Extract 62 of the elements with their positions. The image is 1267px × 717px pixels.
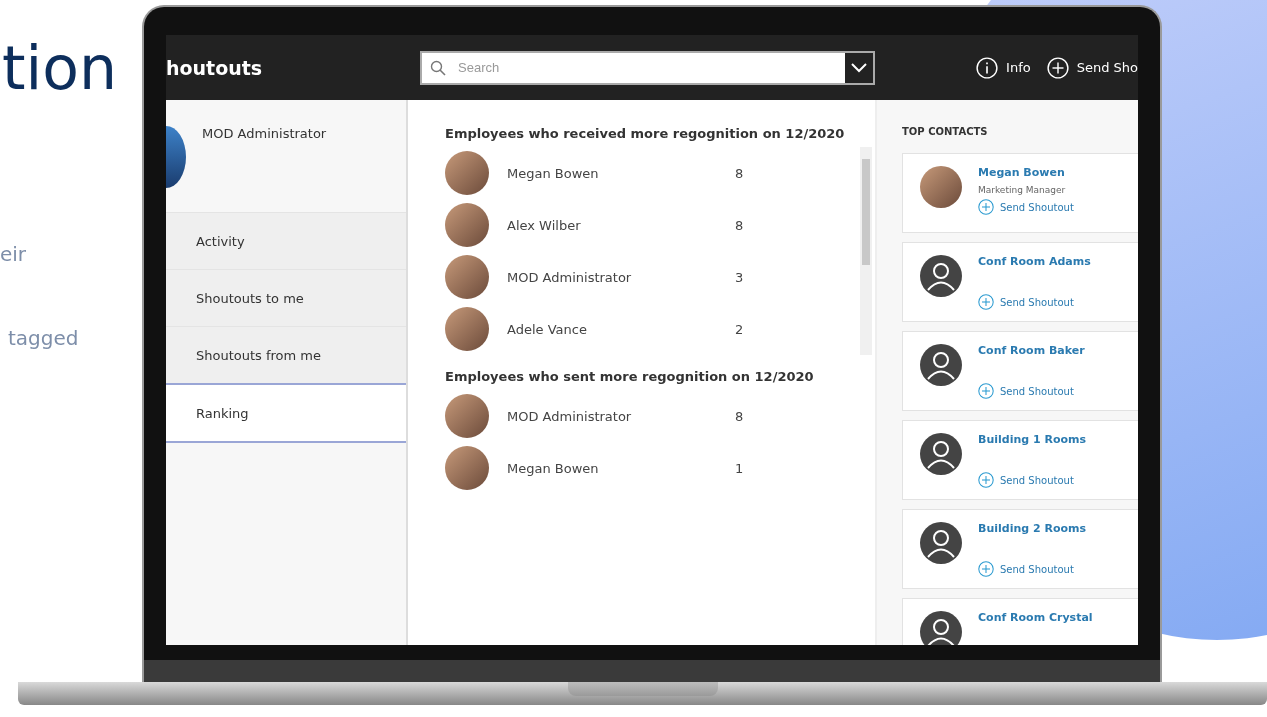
scrollbar[interactable]	[860, 147, 872, 355]
user-name: MOD Administrator	[202, 126, 327, 141]
recognition-count: 8	[735, 217, 744, 233]
person-silhouette-icon	[920, 433, 962, 475]
employee-name: MOD Administrator	[507, 269, 633, 285]
send-shoutout-button[interactable]: Send Shoutout	[978, 472, 1086, 488]
contact-name-link[interactable]: Conf Room Baker	[978, 344, 1085, 357]
recognition-count: 8	[735, 165, 744, 181]
photo-placeholder	[445, 446, 489, 490]
plus-circle-icon	[978, 199, 994, 215]
recognition-count: 3	[735, 269, 744, 285]
contact-role: Marketing Manager	[978, 185, 1067, 195]
send-shoutout-button[interactable]: Send Shoutout	[978, 383, 1085, 399]
body-text-fragment: eir	[0, 242, 27, 266]
body-text-fragment: tagged	[8, 326, 79, 350]
chevron-down-icon	[851, 62, 867, 73]
section-title: TOP CONTACTS	[902, 126, 989, 137]
search-input[interactable]: Search	[456, 59, 845, 76]
info-icon	[976, 56, 999, 79]
nav-item[interactable]: Ranking	[166, 383, 406, 443]
contact-name-link[interactable]: Megan Bowen	[978, 166, 1074, 179]
person-silhouette-icon	[920, 255, 962, 297]
photo-placeholder	[445, 255, 489, 299]
person-silhouette-icon	[920, 344, 962, 386]
contact-name-link[interactable]: Building 1 Rooms	[978, 433, 1086, 446]
section-title: Employees who received more regognition on 12/2020	[445, 126, 846, 141]
send-button[interactable]: Send Sho	[1046, 56, 1138, 79]
employee-name: Megan Bowen	[507, 165, 600, 181]
plus-circle-icon	[1046, 56, 1069, 79]
section-title: Employees who sent more regognition on 12/2020	[445, 369, 815, 384]
search-icon	[430, 59, 446, 76]
nav-item[interactable]: Activity	[166, 212, 406, 269]
dropdown-button[interactable]	[845, 52, 873, 83]
employee-name: Megan Bowen	[507, 460, 600, 476]
info-button[interactable]: Info	[976, 56, 1031, 79]
send-shoutout-button[interactable]: Send Shoutout	[978, 561, 1086, 577]
person-silhouette-icon	[920, 522, 962, 564]
headline-fragment: tion	[2, 38, 117, 98]
search-field[interactable]: Search	[420, 50, 875, 85]
recognition-count: 1	[735, 460, 744, 476]
plus-circle-icon	[978, 472, 994, 488]
recognition-count: 2	[735, 321, 744, 337]
app-title: houtouts	[166, 56, 264, 79]
employee-name: Adele Vance	[507, 321, 588, 337]
recognition-count: 8	[735, 408, 744, 424]
plus-circle-icon	[978, 383, 994, 399]
employee-name: MOD Administrator	[507, 408, 633, 424]
nav-item[interactable]: Shoutouts from me	[166, 326, 406, 383]
photo-placeholder	[445, 394, 489, 438]
contact-name-link[interactable]: Conf Room Adams	[978, 255, 1091, 268]
employee-name: Alex Wilber	[507, 217, 582, 233]
contact-name-link[interactable]: Conf Room Crystal	[978, 611, 1093, 624]
photo-placeholder	[445, 151, 489, 195]
contact-name-link[interactable]: Building 2 Rooms	[978, 522, 1086, 535]
plus-circle-icon	[978, 561, 994, 577]
photo-placeholder	[445, 203, 489, 247]
plus-circle-icon	[978, 294, 994, 310]
send-shoutout-button[interactable]: Send Shoutout	[978, 294, 1091, 310]
photo-placeholder	[445, 307, 489, 351]
nav-item[interactable]: Shoutouts to me	[166, 269, 406, 326]
photo-placeholder	[920, 166, 962, 208]
send-shoutout-button[interactable]: Send Shoutout	[978, 199, 1074, 215]
